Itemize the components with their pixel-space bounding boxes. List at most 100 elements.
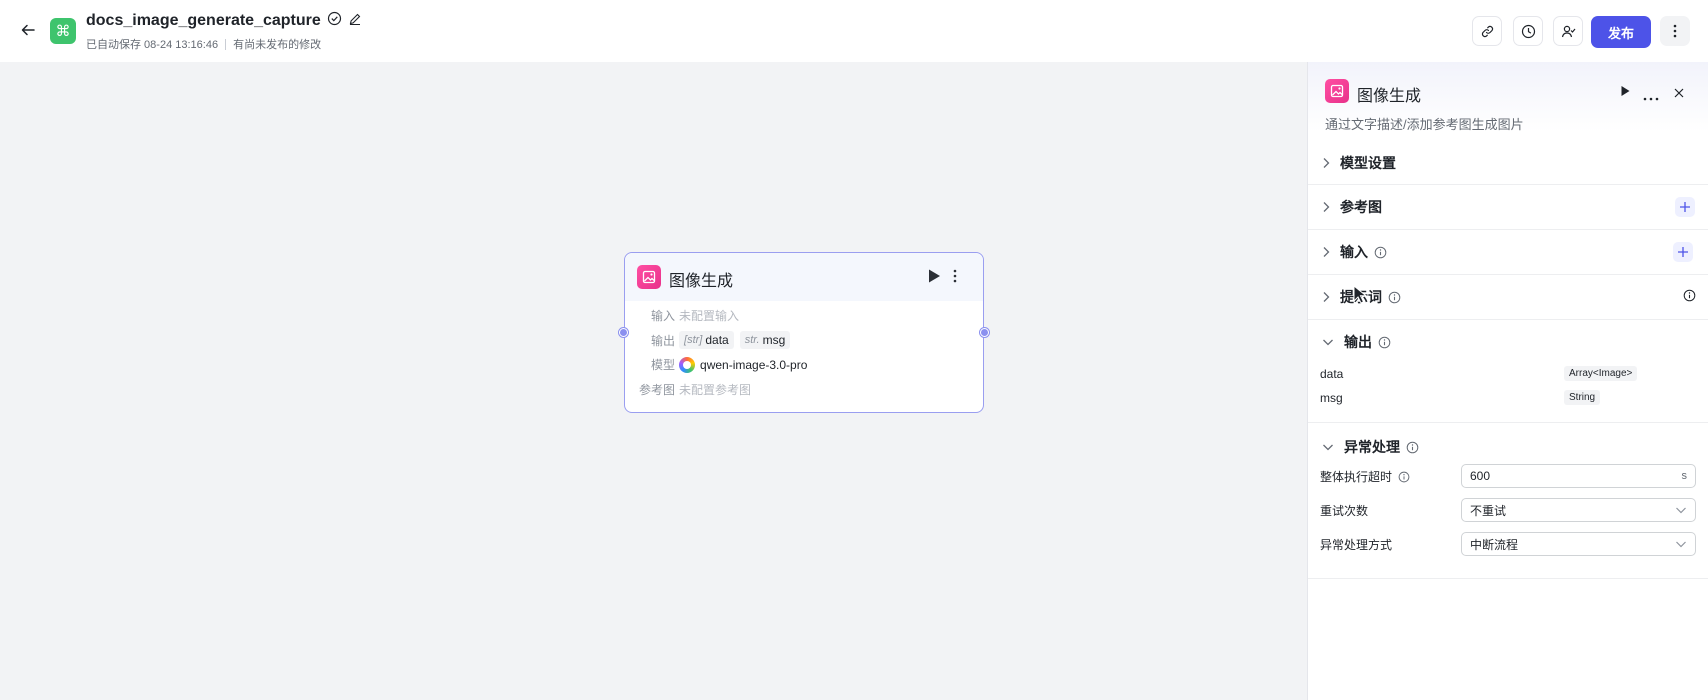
unpublished-text: 有尚未发布的修改 (233, 39, 322, 51)
chevron-right-icon (1323, 202, 1330, 212)
section-header-reference[interactable]: 参考图 (1322, 197, 1382, 217)
check-circle-icon (327, 11, 342, 31)
image-generate-icon (637, 265, 661, 289)
top-header: ⌘ docs_image_generate_capture 已自动保存 08-2… (0, 0, 1708, 62)
node-title: 图像生成 (669, 273, 734, 290)
chevron-down-icon (1676, 541, 1686, 548)
chevron-down-icon (1323, 444, 1333, 451)
collaborator-button[interactable] (1553, 16, 1583, 46)
section-header-exception[interactable]: 异常处理 (1322, 437, 1429, 457)
output-type-badge: Array<Image> (1564, 366, 1638, 381)
app-command-icon: ⌘ (50, 18, 76, 44)
info-icon (1374, 246, 1397, 259)
publish-button[interactable]: 发布 (1591, 16, 1651, 48)
section-title: 输出 (1344, 334, 1372, 350)
save-status: 已自动保存 08-24 13:16:46 有尚未发布的修改 (86, 36, 321, 52)
retry-value: 不重试 (1470, 503, 1507, 518)
section-output: 输出 data Array<Image> msg String (1308, 320, 1708, 423)
input-value: 未配置输入 (679, 309, 740, 323)
link-icon (1481, 25, 1493, 37)
info-icon (1378, 336, 1401, 349)
divider (225, 38, 227, 50)
chevron-down-icon (1676, 507, 1686, 514)
image-generation-node[interactable]: 图像生成 输入 未配置输入 输出 [str] data str. msg 模型 … (619, 252, 989, 413)
info-icon (1388, 291, 1411, 304)
link-button[interactable] (1472, 16, 1502, 46)
mode-select[interactable]: 中断流程 (1461, 532, 1696, 556)
output-type-badge: String (1564, 390, 1601, 405)
add-reference-plus-icon[interactable] (1675, 197, 1695, 217)
more-vertical-icon[interactable] (1660, 16, 1690, 46)
output-label: 输出 (651, 333, 676, 348)
retry-select[interactable]: 不重试 (1461, 498, 1696, 522)
collaborator-icon (1561, 25, 1575, 37)
chevron-down-icon (1323, 339, 1333, 346)
info-icon (1406, 441, 1429, 454)
node-reference-row: 参考图 未配置参考图 (639, 381, 751, 398)
title-row: docs_image_generate_capture (86, 11, 362, 31)
output-type: [str] (684, 334, 703, 346)
section-title: 参考图 (1340, 199, 1382, 215)
mode-label: 异常处理方式 (1320, 538, 1393, 552)
section-exception: 异常处理 整体执行超时 600 s 重试次数 不重试 异常处理方式 中断流程 (1308, 423, 1708, 579)
add-input-plus-icon[interactable] (1673, 242, 1693, 262)
timeout-label-text: 整体执行超时 (1320, 470, 1393, 484)
section-input: 输入 (1308, 230, 1708, 275)
section-reference: 参考图 (1308, 185, 1708, 230)
chevron-right-icon (1323, 292, 1330, 302)
section-title: 输入 (1340, 244, 1368, 260)
mouse-cursor-icon (1353, 284, 1369, 310)
history-clock-icon (1521, 24, 1535, 38)
reference-label: 参考图 (639, 383, 676, 397)
info-icon[interactable] (1683, 289, 1696, 307)
model-value: qwen-image-3.0-pro (700, 357, 808, 372)
node-more-icon[interactable] (953, 269, 957, 288)
info-icon (1398, 471, 1410, 483)
section-header-output[interactable]: 输出 (1322, 332, 1401, 352)
section-header-input[interactable]: 输入 (1322, 242, 1397, 262)
close-icon[interactable] (1674, 85, 1684, 103)
image-generate-icon (1325, 79, 1349, 103)
output-port-handle[interactable] (980, 328, 989, 337)
model-label: 模型 (651, 358, 676, 372)
section-model-settings: 模型设置 (1308, 140, 1708, 185)
panel-title: 图像生成 (1357, 88, 1422, 105)
node-header: 图像生成 (625, 253, 983, 301)
output-name: msg (1320, 391, 1343, 405)
run-play-icon[interactable] (927, 268, 941, 289)
output-type: str. (744, 334, 760, 346)
section-header-model[interactable]: 模型设置 (1322, 153, 1396, 173)
section-title: 异常处理 (1344, 439, 1400, 455)
output-name: data (705, 333, 729, 347)
panel-description: 通过文字描述/添加参考图生成图片 (1325, 117, 1524, 132)
node-config-panel: 图像生成 通过文字描述/添加参考图生成图片 模型设置 参考图 输入 输出 dat… (1307, 62, 1708, 700)
chevron-right-icon (1323, 158, 1330, 168)
node-model-row: 模型 qwen-image-3.0-pro (651, 356, 807, 373)
chevron-right-icon (1323, 247, 1330, 257)
model-logo-icon (679, 356, 696, 373)
input-label: 输入 (651, 309, 676, 323)
node-input-row: 输入 未配置输入 (651, 307, 739, 324)
edit-pencil-icon[interactable] (348, 12, 362, 31)
timeout-value: 600 (1470, 469, 1491, 483)
panel-header: 图像生成 通过文字描述/添加参考图生成图片 (1308, 62, 1708, 132)
timeout-unit: s (1681, 470, 1688, 482)
output-tag: [str] data (679, 331, 734, 349)
reference-value: 未配置参考图 (679, 383, 752, 397)
back-arrow-icon[interactable] (18, 20, 38, 40)
mode-value: 中断流程 (1470, 537, 1519, 552)
node-output-row: 输出 [str] data str. msg (651, 331, 796, 349)
app-title: docs_image_generate_capture (86, 12, 321, 29)
input-port-handle[interactable] (619, 328, 628, 337)
autosave-text: 已自动保存 08-24 13:16:46 (86, 39, 219, 51)
more-horizontal-icon[interactable] (1643, 88, 1659, 106)
output-name: data (1320, 367, 1344, 381)
output-tag: str. msg (739, 331, 791, 349)
history-button[interactable] (1513, 16, 1543, 46)
timeout-input[interactable]: 600 s (1461, 464, 1696, 488)
timeout-label: 整体执行超时 (1320, 468, 1410, 485)
run-play-icon[interactable] (1620, 84, 1630, 102)
section-title: 模型设置 (1340, 155, 1396, 171)
retry-label: 重试次数 (1320, 504, 1369, 518)
output-name: msg (762, 333, 786, 347)
